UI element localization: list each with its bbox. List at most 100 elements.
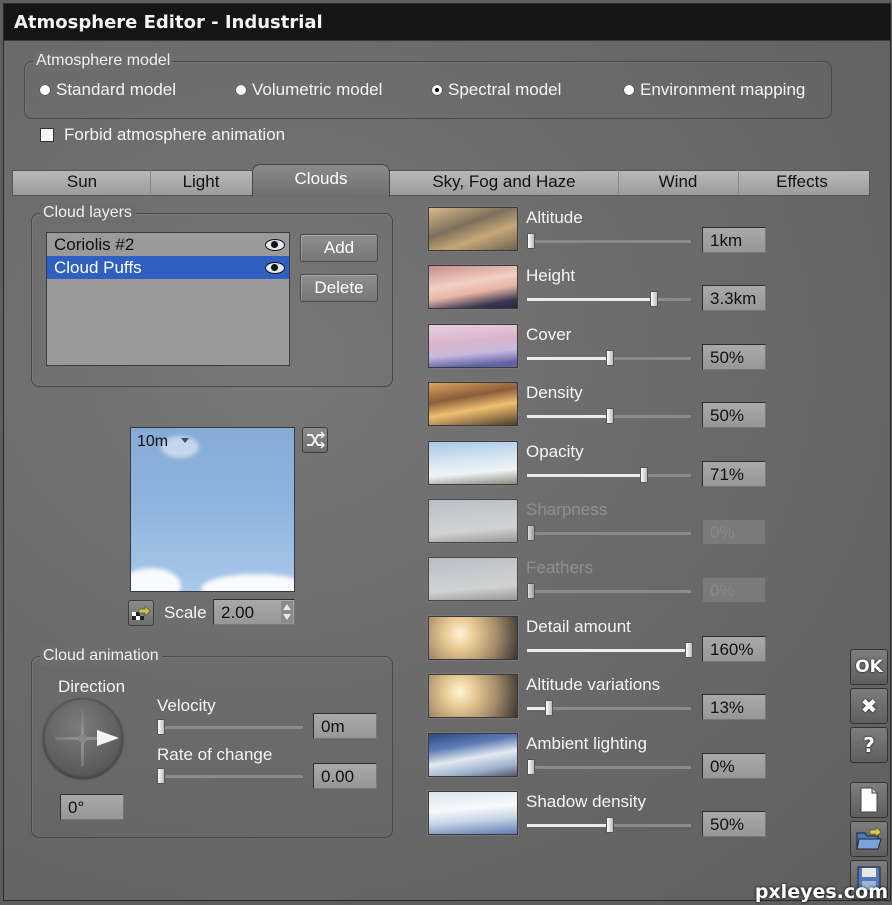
altitude-variations-slider[interactable] <box>527 700 691 716</box>
shadow-density-slider[interactable] <box>527 817 691 833</box>
detail-amount-input[interactable]: 160% <box>702 636 766 662</box>
delete-layer-button[interactable]: Delete <box>300 274 378 302</box>
checkbox-label: Forbid atmosphere animation <box>64 125 286 144</box>
slider-track <box>527 240 691 243</box>
altitude-input[interactable]: 1km <box>702 227 766 253</box>
ambient-lighting-slider[interactable] <box>527 759 691 775</box>
forbid-animation-checkbox[interactable]: Forbid atmosphere animation <box>40 125 285 145</box>
cloud-layers-list[interactable]: Coriolis #2 Cloud Puffs <box>46 232 290 366</box>
tab-light[interactable]: Light <box>150 170 253 194</box>
height-slider[interactable] <box>527 291 691 307</box>
new-document-icon <box>860 787 878 813</box>
slider-thumb[interactable] <box>545 700 554 716</box>
density-slider[interactable] <box>527 408 691 424</box>
shadow-density-label: Shadow density <box>526 792 647 811</box>
velocity-input[interactable]: 0m <box>313 713 377 739</box>
radio-standard-model[interactable]: Standard model <box>40 80 176 100</box>
spin-down-icon[interactable] <box>283 614 291 620</box>
cloud-preview[interactable]: 10m <box>130 427 295 592</box>
ok-button[interactable]: OK <box>850 649 888 685</box>
slider-thumb[interactable] <box>606 350 614 366</box>
rate-of-change-input[interactable]: 0.00 <box>313 763 377 789</box>
checkbox-box[interactable] <box>40 128 54 142</box>
cover-thumbnail <box>428 324 518 368</box>
title-bar[interactable]: Atmosphere Editor - Industrial <box>4 4 890 41</box>
density-thumbnail <box>428 382 518 426</box>
density-input[interactable]: 50% <box>702 402 766 428</box>
opacity-thumbnail <box>428 441 518 485</box>
radio-label: Standard model <box>56 80 177 99</box>
slider-thumb[interactable] <box>606 408 614 424</box>
slider-thumb[interactable] <box>606 817 614 833</box>
shuffle-icon[interactable] <box>302 427 328 453</box>
radio-dot[interactable] <box>236 85 246 95</box>
radio-dot-selected[interactable] <box>432 85 442 95</box>
eye-icon[interactable] <box>265 262 285 274</box>
radio-label: Environment mapping <box>640 80 806 99</box>
radio-volumetric-model[interactable]: Volumetric model <box>236 80 382 100</box>
cover-input[interactable]: 50% <box>702 344 766 370</box>
cover-slider[interactable] <box>527 350 691 366</box>
tab-effects[interactable]: Effects <box>738 170 866 194</box>
slider-fill <box>527 357 609 360</box>
velocity-slider[interactable] <box>157 719 303 735</box>
slider-thumb[interactable] <box>650 291 659 307</box>
tab-sky-fog-haze[interactable]: Sky, Fog and Haze <box>390 170 619 194</box>
help-button[interactable]: ? <box>850 727 888 763</box>
detail-amount-slider[interactable] <box>527 642 693 658</box>
slider-thumb[interactable] <box>527 233 535 249</box>
direction-input[interactable]: 0° <box>60 794 124 820</box>
radio-spectral-model[interactable]: Spectral model <box>432 80 561 100</box>
slider-track <box>157 775 303 778</box>
radio-environment-mapping[interactable]: Environment mapping <box>624 80 805 100</box>
new-document-button[interactable] <box>850 782 888 818</box>
slider-thumb[interactable] <box>527 759 535 775</box>
eye-icon[interactable] <box>265 239 285 251</box>
altitude-slider[interactable] <box>527 233 691 249</box>
list-item-selected[interactable]: Cloud Puffs <box>47 256 289 279</box>
scale-spinner[interactable] <box>281 601 293 623</box>
radio-dot[interactable] <box>624 85 634 95</box>
add-layer-button[interactable]: Add <box>300 234 378 262</box>
scale-input[interactable]: 2.00 <box>213 599 295 625</box>
rate-of-change-label: Rate of change <box>157 745 273 764</box>
slider-thumb <box>527 525 535 541</box>
opacity-input[interactable]: 71% <box>702 461 766 487</box>
shadow-density-input[interactable]: 50% <box>702 811 766 837</box>
checker-arrow-icon[interactable] <box>128 600 154 626</box>
preview-altitude-label[interactable]: 10m <box>137 433 168 451</box>
height-input[interactable]: 3.3km <box>702 285 766 311</box>
slider-fill <box>527 649 688 652</box>
slider-track <box>157 726 303 729</box>
tab-clouds[interactable]: Clouds <box>252 164 390 197</box>
radio-dot[interactable] <box>40 85 50 95</box>
atmosphere-editor-window: Atmosphere Editor - Industrial Atmospher… <box>3 3 891 901</box>
opacity-slider[interactable] <box>527 467 691 483</box>
detail-amount-label: Detail amount <box>526 617 631 636</box>
direction-compass[interactable] <box>43 698 123 778</box>
sharpness-label: Sharpness <box>526 500 608 519</box>
atmosphere-model-legend: Atmosphere model <box>33 51 174 71</box>
rate-of-change-slider[interactable] <box>157 768 303 784</box>
slider-thumb[interactable] <box>640 467 649 483</box>
slider-fill <box>527 474 644 477</box>
shadow-density-thumbnail <box>428 791 518 835</box>
scale-label: Scale <box>164 603 207 622</box>
slider-fill <box>527 824 609 827</box>
slider-thumb[interactable] <box>157 719 165 735</box>
open-button[interactable] <box>850 821 888 857</box>
direction-arrow-icon[interactable] <box>97 730 119 746</box>
chevron-down-icon[interactable] <box>181 438 189 443</box>
opacity-label: Opacity <box>526 442 584 461</box>
cancel-button[interactable]: ✖ <box>850 688 888 724</box>
slider-thumb[interactable] <box>157 768 165 784</box>
altitude-variations-input[interactable]: 13% <box>702 694 766 720</box>
tab-sun[interactable]: Sun <box>14 170 151 194</box>
slider-thumb[interactable] <box>685 642 693 658</box>
tab-wind[interactable]: Wind <box>618 170 739 194</box>
sharpness-slider <box>527 525 691 541</box>
spin-up-icon[interactable] <box>283 604 291 610</box>
ambient-lighting-input[interactable]: 0% <box>702 753 766 779</box>
slider-thumb <box>527 583 535 599</box>
list-item[interactable]: Coriolis #2 <box>47 233 289 256</box>
